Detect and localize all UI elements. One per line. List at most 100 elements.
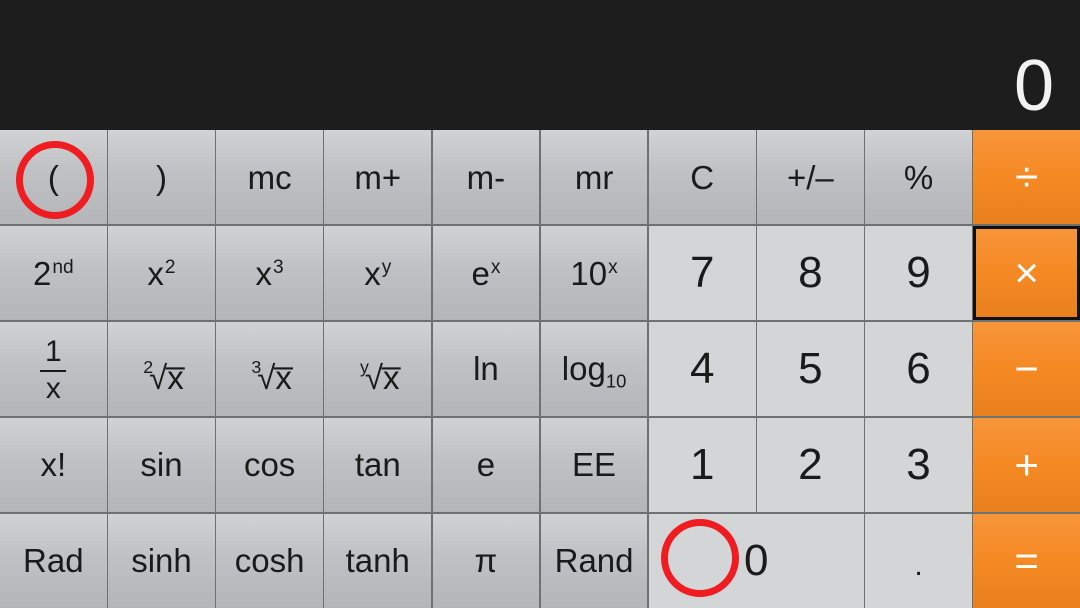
key-label: cosh xyxy=(234,542,305,580)
key-hyperbolic-cosine[interactable]: cosh xyxy=(216,513,323,608)
key-memory-subtract[interactable]: m- xyxy=(432,130,540,225)
key-equals[interactable]: = xyxy=(973,513,1080,608)
key-digit-6[interactable]: 6 xyxy=(865,321,972,417)
key-label: cos xyxy=(243,446,296,484)
key-percent[interactable]: % xyxy=(865,130,972,225)
key-label: ex xyxy=(471,254,501,292)
key-euler-constant[interactable]: e xyxy=(432,417,540,513)
key-sign-toggle[interactable]: +/– xyxy=(757,130,864,225)
key-ten-to-the-x[interactable]: 10x xyxy=(540,225,648,321)
key-angle-unit-rad[interactable]: Rad xyxy=(0,513,107,608)
key-label: C xyxy=(690,158,715,196)
key-label: 2 √x̅ xyxy=(143,357,184,397)
key-label: 2nd xyxy=(33,254,74,292)
key-close-paren[interactable]: ) xyxy=(108,130,215,225)
key-memory-recall[interactable]: mr xyxy=(540,130,648,225)
key-label: x! xyxy=(40,446,67,484)
key-label: 1x xyxy=(40,333,67,404)
key-tangent[interactable]: tan xyxy=(324,417,432,513)
key-add[interactable]: + xyxy=(973,417,1080,513)
key-label: 6 xyxy=(906,343,931,393)
key-label: sin xyxy=(140,446,183,484)
key-pi[interactable]: π xyxy=(432,513,540,608)
key-label: 10x xyxy=(570,254,618,292)
key-label: 3 √x̅ xyxy=(251,357,292,397)
key-digit-2[interactable]: 2 xyxy=(757,417,864,513)
key-factorial[interactable]: x! xyxy=(0,417,107,513)
key-label: sinh xyxy=(131,542,192,580)
key-label: 1 xyxy=(689,439,715,489)
key-label: + xyxy=(1014,440,1039,488)
key-subtract[interactable]: − xyxy=(973,321,1080,417)
key-multiply[interactable]: × xyxy=(973,225,1080,321)
key-label: − xyxy=(1014,344,1039,392)
key-label: % xyxy=(903,158,934,196)
key-x-cubed[interactable]: x3 xyxy=(216,225,323,321)
key-label: ÷ xyxy=(1015,153,1039,201)
calculator-app: 0 () mc m+ m-mr C +/–% ÷ 2nd x2 x3 xy ex 10x 7 8 9 × 1 x 2 √… xyxy=(0,0,1080,608)
key-label: EE xyxy=(572,446,617,484)
key-open-paren[interactable]: ( xyxy=(0,130,107,225)
display-value: 0 xyxy=(1013,46,1054,126)
key-label: 3 xyxy=(906,439,931,489)
key-digit-3[interactable]: 3 xyxy=(865,417,972,513)
key-x-squared[interactable]: x2 xyxy=(108,225,215,321)
key-label: 7 xyxy=(689,248,715,298)
key-divide[interactable]: ÷ xyxy=(973,130,1080,225)
key-label: tanh xyxy=(345,542,410,580)
key-label: e xyxy=(476,446,496,484)
key-label: 8 xyxy=(798,248,823,298)
key-hyperbolic-sine[interactable]: sinh xyxy=(108,513,215,608)
key-memory-clear[interactable]: mc xyxy=(216,130,323,225)
key-label: π xyxy=(474,542,498,580)
key-digit-4[interactable]: 4 xyxy=(648,321,756,417)
key-digit-8[interactable]: 8 xyxy=(757,225,864,321)
key-digit-1[interactable]: 1 xyxy=(648,417,756,513)
key-label: = xyxy=(1014,536,1039,584)
key-label: mr xyxy=(574,158,614,196)
key-exponent-entry[interactable]: EE xyxy=(540,417,648,513)
key-y-root[interactable]: y √x̅ xyxy=(324,321,432,417)
key-cosine[interactable]: cos xyxy=(216,417,323,513)
key-x-to-the-y[interactable]: xy xyxy=(324,225,432,321)
key-log-base-10[interactable]: log10 xyxy=(540,321,648,417)
key-reciprocal[interactable]: 1x xyxy=(0,321,107,417)
key-label: Rad xyxy=(23,542,84,580)
key-label: +/– xyxy=(786,158,834,196)
key-digit-9[interactable]: 9 xyxy=(865,225,972,321)
key-clear[interactable]: C xyxy=(648,130,756,225)
key-label: ( xyxy=(47,158,59,196)
key-label: mc xyxy=(247,158,292,196)
key-hyperbolic-tangent[interactable]: tanh xyxy=(324,513,432,608)
key-natural-log[interactable]: ln xyxy=(432,321,540,417)
key-label: tan xyxy=(354,446,401,484)
key-label: ) xyxy=(155,158,167,196)
key-label: xy xyxy=(364,254,392,292)
key-memory-add[interactable]: m+ xyxy=(324,130,432,225)
key-label: Rand xyxy=(554,542,634,580)
key-label: x2 xyxy=(147,254,176,292)
key-label: 5 xyxy=(798,343,823,393)
key-label: ln xyxy=(473,350,499,388)
key-label: 2 xyxy=(798,439,823,489)
key-second-function[interactable]: 2nd xyxy=(0,225,107,321)
key-label: . xyxy=(914,548,923,582)
key-digit-5[interactable]: 5 xyxy=(757,321,864,417)
key-label: 0 xyxy=(744,535,769,585)
key-e-to-the-x[interactable]: ex xyxy=(432,225,540,321)
key-label: x3 xyxy=(255,254,284,292)
calculator-keypad: () mc m+ m-mr C +/–% ÷ 2nd x2 x3 xy ex 10x 7 8 9 × 1 x 2 √x̅… xyxy=(0,130,1080,608)
calculator-display: 0 xyxy=(0,0,1080,130)
key-label: × xyxy=(1014,249,1039,297)
key-label: y √x̅ xyxy=(360,357,400,397)
key-decimal-point[interactable]: . xyxy=(865,513,972,608)
key-digit-7[interactable]: 7 xyxy=(648,225,756,321)
key-label: log10 xyxy=(561,350,627,393)
key-digit-0[interactable]: 0 xyxy=(648,513,864,608)
key-random[interactable]: Rand xyxy=(540,513,648,608)
key-label: m- xyxy=(466,158,506,196)
key-label: 9 xyxy=(906,248,931,298)
key-square-root[interactable]: 2 √x̅ xyxy=(108,321,215,417)
key-sine[interactable]: sin xyxy=(108,417,215,513)
key-cube-root[interactable]: 3 √x̅ xyxy=(216,321,323,417)
